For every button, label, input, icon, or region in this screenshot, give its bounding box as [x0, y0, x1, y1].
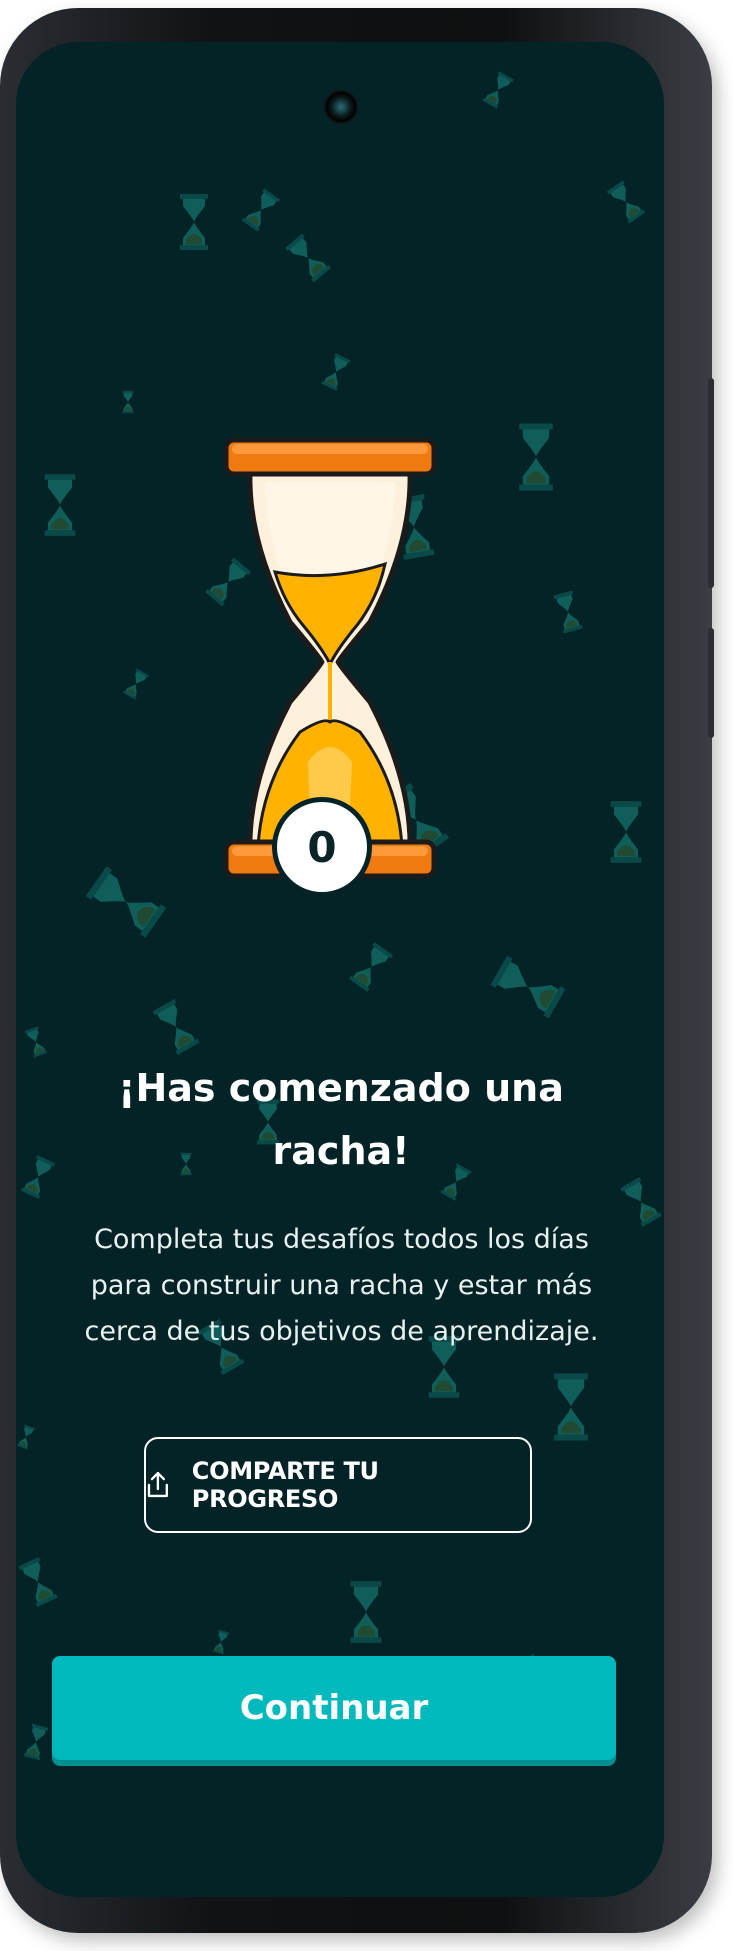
- streak-description: Completa tus desafíos todos los días par…: [84, 1224, 599, 1347]
- phone-frame: 0 ¡Has comenzado una racha! Completa tus…: [0, 8, 714, 1933]
- volume-button: [708, 378, 714, 588]
- continue-button[interactable]: Continuar: [52, 1656, 616, 1760]
- continue-button-label: Continuar: [239, 1688, 429, 1728]
- share-button-label: COMPARTE TU PROGRESO: [191, 1457, 379, 1513]
- streak-count-badge: 0: [272, 797, 372, 897]
- power-button: [708, 628, 714, 738]
- share-icon: [147, 1471, 168, 1498]
- share-progress-button[interactable]: COMPARTE TU PROGRESO: [144, 1437, 532, 1533]
- background-pattern: [16, 71, 662, 1761]
- page-title: ¡Has comenzado una racha!: [118, 1066, 564, 1173]
- app-screen: 0 ¡Has comenzado una racha! Completa tus…: [16, 42, 664, 1897]
